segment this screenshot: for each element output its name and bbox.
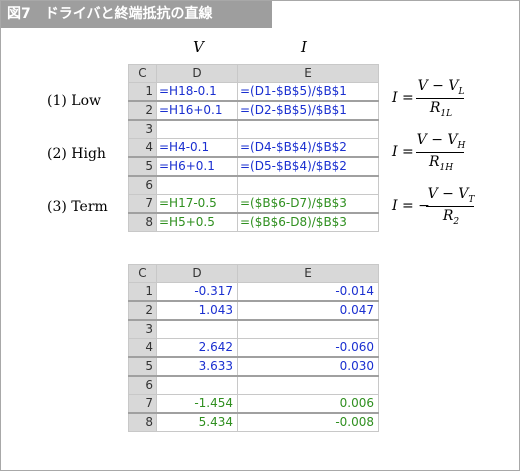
table-row: 7 -1.454 0.006 (128, 394, 379, 414)
cell-e7-value[interactable]: 0.006 (237, 394, 379, 414)
row-header: 1 (128, 82, 157, 102)
cell-d1-value[interactable]: -0.317 (156, 282, 238, 302)
equation-denominator: R1H (428, 154, 454, 173)
row-header: 7 (128, 194, 157, 214)
table-row: 6 (128, 375, 379, 395)
cell-d7-value[interactable]: -1.454 (156, 394, 238, 414)
fraction-bar (426, 206, 474, 207)
cell-e3-formula[interactable] (237, 119, 379, 139)
table-row: 8 5.434 -0.008 (128, 412, 379, 432)
cell-e6-value[interactable] (237, 375, 379, 395)
equation-low: I = V − VL R1L (392, 78, 502, 122)
cell-d8-value[interactable]: 5.434 (156, 412, 238, 432)
row-header: 3 (128, 319, 157, 339)
column-header-d: D (156, 264, 238, 283)
table-row: 7 =H17-0.5 =($B$6-D7)/$B$3 (128, 194, 379, 214)
equation-numerator: V − VH (416, 132, 466, 151)
variable-v-label: V (193, 38, 204, 56)
fraction-bar (416, 152, 464, 153)
cell-d7-formula[interactable]: =H17-0.5 (156, 194, 238, 214)
fraction-bar (416, 98, 464, 99)
table-row: 2 =H16+0.1 =(D2-$B$5)/$B$1 (128, 100, 379, 121)
cell-d4-value[interactable]: 2.642 (156, 338, 238, 358)
cell-d2-formula[interactable]: =H16+0.1 (156, 100, 238, 121)
cell-d4-formula[interactable]: =H4-0.1 (156, 138, 238, 158)
table-row: 2 1.043 0.047 (128, 300, 379, 321)
column-header-e: E (237, 64, 379, 83)
row-label-term: (3) Term (47, 199, 108, 215)
corner-header: C (128, 64, 157, 83)
row-header: 8 (128, 412, 157, 432)
row-header: 5 (128, 156, 157, 177)
equation-lhs: I = (392, 90, 414, 106)
cell-e8-formula[interactable]: =($B$6-D8)/$B$3 (237, 212, 379, 232)
cell-d6-value[interactable] (156, 375, 238, 395)
table-row: 1 =H18-0.1 =(D1-$B$5)/$B$1 (128, 82, 379, 102)
column-header-d: D (156, 64, 238, 83)
equation-high: I = V − VH R1H (392, 132, 502, 176)
table-row: 4 =H4-0.1 =(D4-$B$4)/$B$2 (128, 138, 379, 158)
table-row: 6 (128, 175, 379, 195)
cell-e6-formula[interactable] (237, 175, 379, 195)
table-row: 3 (128, 319, 379, 339)
row-header: 4 (128, 138, 157, 158)
figure-title: 図7 ドライバと終端抵抗の直線 (1, 1, 272, 28)
corner-header: C (128, 264, 157, 283)
row-label-low: (1) Low (47, 93, 101, 109)
cell-e1-value[interactable]: -0.014 (237, 282, 379, 302)
equation-numerator: V − VL (417, 78, 465, 97)
cell-d3-formula[interactable] (156, 119, 238, 139)
cell-d2-value[interactable]: 1.043 (156, 300, 238, 321)
cell-e2-value[interactable]: 0.047 (237, 300, 379, 321)
cell-e8-value[interactable]: -0.008 (237, 412, 379, 432)
equation-term: I = − V − VT R2 (392, 186, 510, 230)
row-header: 8 (128, 212, 157, 232)
table-row: 3 (128, 119, 379, 139)
cell-e4-formula[interactable]: =(D4-$B$4)/$B$2 (237, 138, 379, 158)
cell-d5-formula[interactable]: =H6+0.1 (156, 156, 238, 177)
row-header: 6 (128, 175, 157, 195)
row-header: 2 (128, 300, 157, 321)
formula-table: C D E 1 =H18-0.1 =(D1-$B$5)/$B$1 2 =H16+… (128, 64, 379, 232)
variable-i-label: I (301, 38, 307, 56)
row-header: 2 (128, 100, 157, 121)
table-row: 8 =H5+0.5 =($B$6-D8)/$B$3 (128, 212, 379, 232)
row-header: 6 (128, 375, 157, 395)
equation-denominator: R2 (442, 208, 460, 227)
table-row: 4 2.642 -0.060 (128, 338, 379, 358)
table-row: 5 =H6+0.1 =(D5-$B$4)/$B$2 (128, 156, 379, 177)
cell-d3-value[interactable] (156, 319, 238, 339)
row-header: 3 (128, 119, 157, 139)
table-row: 1 -0.317 -0.014 (128, 282, 379, 302)
cell-e1-formula[interactable]: =(D1-$B$5)/$B$1 (237, 82, 379, 102)
row-header: 4 (128, 338, 157, 358)
cell-e3-value[interactable] (237, 319, 379, 339)
cell-e7-formula[interactable]: =($B$6-D7)/$B$3 (237, 194, 379, 214)
row-header: 7 (128, 394, 157, 414)
cell-e5-formula[interactable]: =(D5-$B$4)/$B$2 (237, 156, 379, 177)
cell-e4-value[interactable]: -0.060 (237, 338, 379, 358)
row-label-high: (2) High (47, 146, 106, 162)
equation-denominator: R1L (429, 100, 453, 119)
table-row: 5 3.633 0.030 (128, 356, 379, 377)
row-header: 1 (128, 282, 157, 302)
cell-d8-formula[interactable]: =H5+0.5 (156, 212, 238, 232)
values-table: C D E 1 -0.317 -0.014 2 1.043 0.047 3 4 … (128, 264, 379, 432)
cell-e5-value[interactable]: 0.030 (237, 356, 379, 377)
cell-d5-value[interactable]: 3.633 (156, 356, 238, 377)
equation-lhs: I = (392, 144, 414, 160)
cell-e2-formula[interactable]: =(D2-$B$5)/$B$1 (237, 100, 379, 121)
column-header-e: E (237, 264, 379, 283)
cell-d6-formula[interactable] (156, 175, 238, 195)
cell-d1-formula[interactable]: =H18-0.1 (156, 82, 238, 102)
row-header: 5 (128, 356, 157, 377)
equation-numerator: V − VT (427, 186, 475, 205)
